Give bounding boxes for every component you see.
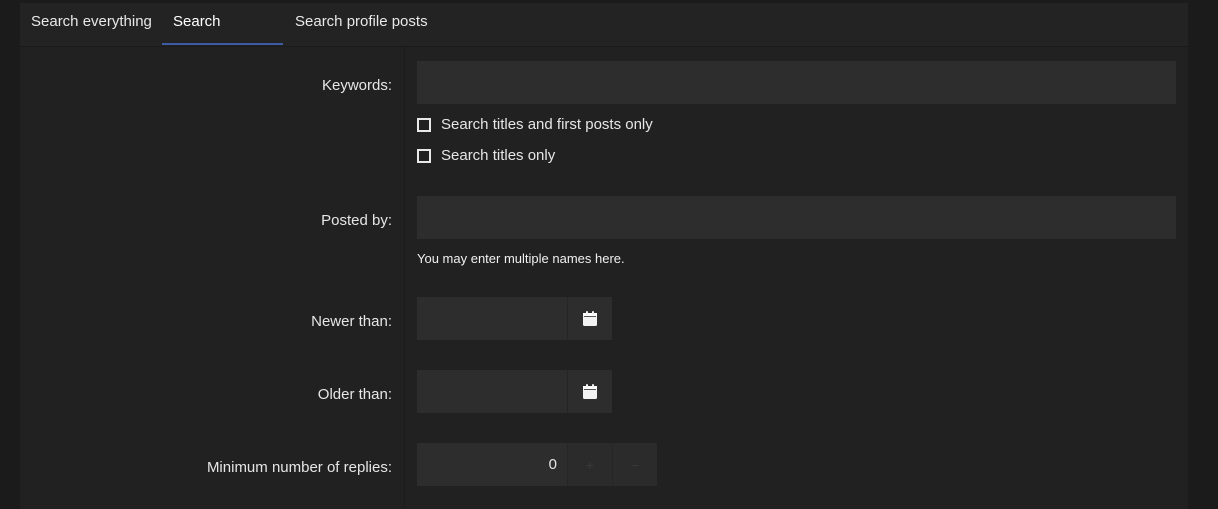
newer-than-calendar-button[interactable] xyxy=(567,297,612,340)
checkbox-label: Search titles only xyxy=(441,147,556,164)
min-replies-label: Minimum number of replies: xyxy=(206,459,392,476)
form-label-column: Keywords: Posted by: Newer than: Older t… xyxy=(20,47,405,509)
checkbox-titles-only[interactable]: Search titles only xyxy=(417,147,555,164)
posted-by-input[interactable] xyxy=(417,196,1176,239)
calendar-icon xyxy=(583,311,597,326)
checkbox-box[interactable] xyxy=(417,148,431,163)
older-than-calendar-button[interactable] xyxy=(567,370,612,413)
posted-by-label: Posted by: xyxy=(321,212,392,229)
older-than-input[interactable] xyxy=(417,370,567,413)
tab-search-everything[interactable]: Search everything xyxy=(20,3,163,45)
tab-search-profile-posts[interactable]: Search profile posts xyxy=(284,3,439,45)
search-tabs: Search everything Search threads Search … xyxy=(20,3,1188,68)
checkbox-box[interactable] xyxy=(417,117,431,132)
posted-by-hint: You may enter multiple names here. xyxy=(417,251,625,266)
plus-icon: + xyxy=(585,456,595,473)
min-replies-increment-button[interactable]: + xyxy=(567,443,612,486)
calendar-icon xyxy=(583,384,597,399)
minus-icon: − xyxy=(630,456,640,473)
search-panel: Search everything Search threads Search … xyxy=(20,3,1188,509)
checkbox-label: Search titles and first posts only xyxy=(441,116,653,133)
checkbox-titles-first-posts[interactable]: Search titles and first posts only xyxy=(417,116,653,133)
newer-than-input[interactable] xyxy=(417,297,567,340)
keywords-input[interactable] xyxy=(417,61,1176,104)
keywords-label: Keywords: xyxy=(321,77,392,94)
tab-search-threads[interactable]: Search threads xyxy=(162,3,283,68)
min-replies-decrement-button[interactable]: − xyxy=(612,443,657,486)
older-than-label: Older than: xyxy=(317,386,392,403)
newer-than-label: Newer than: xyxy=(311,313,392,330)
min-replies-input[interactable] xyxy=(417,443,567,486)
